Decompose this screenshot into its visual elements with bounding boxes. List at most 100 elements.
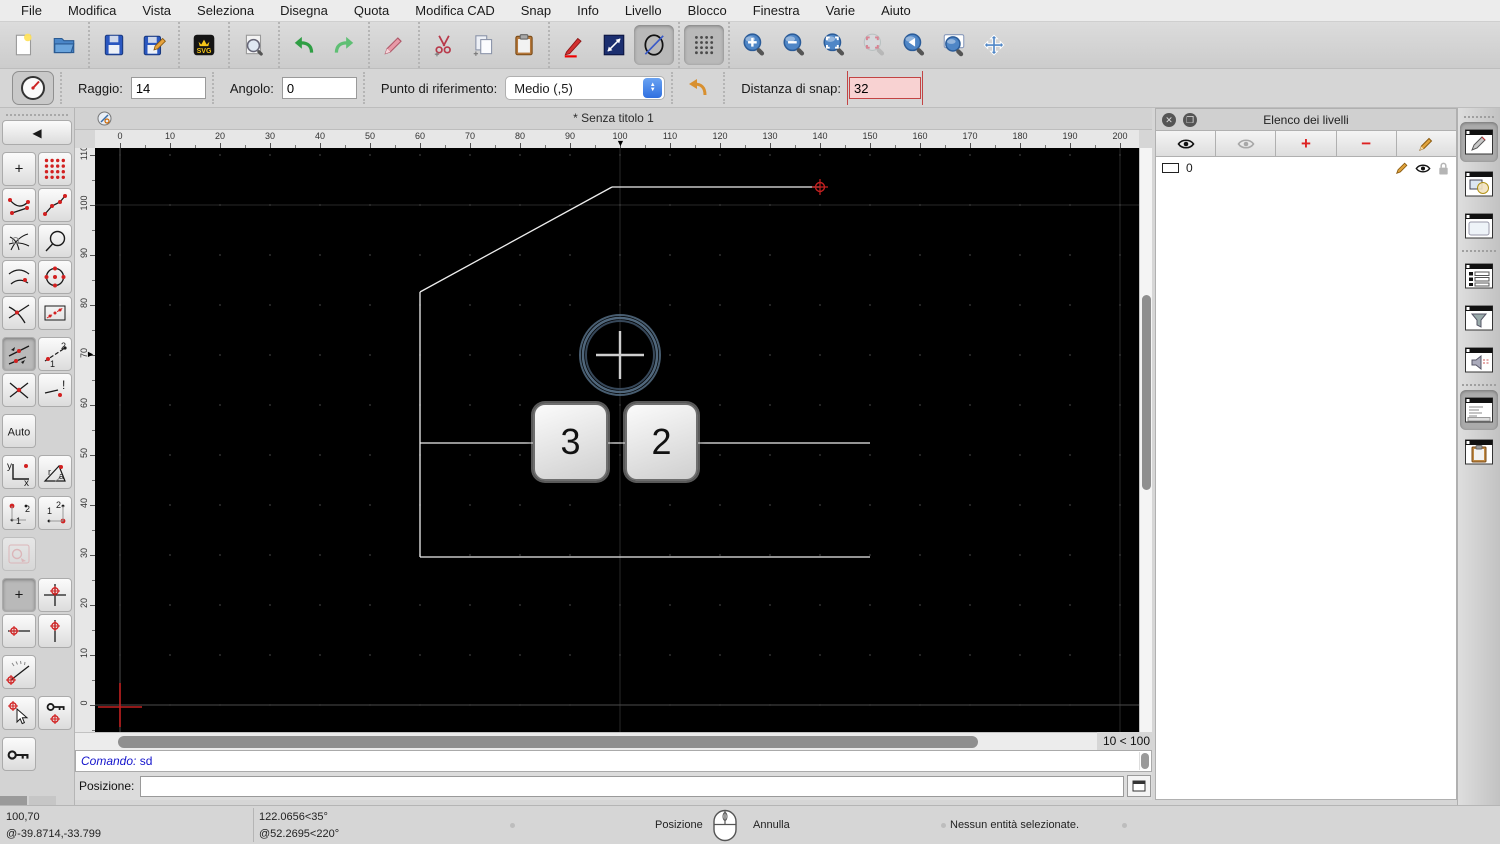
punto-riferimento-dropdown[interactable]: Medio (,5) ▲ ▼ (505, 76, 666, 100)
open-file-button[interactable] (44, 25, 84, 65)
undo-button[interactable] (284, 25, 324, 65)
remove-layer-button[interactable]: − (1336, 131, 1397, 156)
set-relative-zero-button[interactable] (2, 696, 36, 730)
snap-tangent-button[interactable] (38, 224, 72, 258)
zoom-window-button[interactable] (934, 25, 974, 65)
dock-command-line-button[interactable] (1460, 390, 1498, 430)
scrollbar-thumb[interactable] (1141, 753, 1149, 769)
dock-announce-button[interactable] (1460, 340, 1498, 380)
lock-layer-button[interactable] (2, 737, 36, 771)
eraser-button[interactable] (374, 25, 414, 65)
distanza-snap-input[interactable] (848, 77, 921, 99)
snap-tangent-line-button[interactable] (2, 296, 36, 330)
grid-snap-button[interactable] (684, 25, 724, 65)
close-icon[interactable]: ✕ (1162, 113, 1176, 127)
snap-perpendicular-button[interactable] (2, 224, 36, 258)
line-tool-button[interactable] (594, 25, 634, 65)
menu-blocco[interactable]: Blocco (675, 0, 740, 22)
print-preview-button[interactable] (234, 25, 274, 65)
zoom-previous-button[interactable] (894, 25, 934, 65)
command-history[interactable]: Comando: sd (75, 750, 1152, 772)
add-layer-button[interactable]: + (1276, 131, 1337, 156)
menu-varie[interactable]: Varie (813, 0, 868, 22)
pencil-icon[interactable] (1395, 161, 1409, 175)
float-panel-icon[interactable]: ❐ (1183, 113, 1197, 127)
dock-block-list-button[interactable] (1460, 164, 1498, 204)
menu-livello[interactable]: Livello (612, 0, 675, 22)
snap-reference-button[interactable] (38, 296, 72, 330)
circle-tool-indicator[interactable] (12, 71, 54, 105)
angle-gauge-button[interactable] (2, 655, 36, 689)
drawing-canvas[interactable]: 3 2 (95, 148, 1139, 732)
ortho-polar-button[interactable]: 12 (38, 496, 72, 530)
dock-clipboard-button[interactable] (1460, 432, 1498, 472)
hide-all-layers-button[interactable] (1216, 131, 1277, 156)
new-file-button[interactable] (4, 25, 44, 65)
snap-intersection-manual-button[interactable]: ! (38, 373, 72, 407)
canvas-horizontal-scrollbar[interactable] (75, 732, 1097, 750)
command-window-toggle-button[interactable] (1127, 775, 1151, 797)
raggio-input[interactable] (130, 77, 206, 99)
menu-info[interactable]: Info (564, 0, 612, 22)
collapse-back-button[interactable]: ◀ (2, 120, 72, 145)
angolo-input[interactable] (281, 77, 357, 99)
paste-button[interactable] (504, 25, 544, 65)
scrollbar-thumb[interactable] (1142, 295, 1151, 490)
save-button[interactable] (94, 25, 134, 65)
coord-polar-button[interactable]: ra (38, 455, 72, 489)
menu-vista[interactable]: Vista (129, 0, 184, 22)
export-svg-button[interactable]: SVG (184, 25, 224, 65)
pen-edit-button[interactable] (554, 25, 594, 65)
coord-cartesian-button[interactable]: yx (2, 455, 36, 489)
zoom-selection-button[interactable] (854, 25, 894, 65)
restrict-nothing-button[interactable]: + (2, 578, 36, 612)
snap-middle-button[interactable] (2, 337, 36, 371)
menu-file[interactable]: File (8, 0, 55, 22)
zoom-auto-button[interactable] (814, 25, 854, 65)
scrollbar-thumb[interactable] (118, 736, 978, 748)
menu-seleziona[interactable]: Seleziona (184, 0, 267, 22)
dock-entity-list-button[interactable] (1460, 256, 1498, 296)
canvas-vertical-scrollbar[interactable] (1139, 148, 1152, 732)
show-all-layers-button[interactable] (1156, 131, 1217, 156)
pan-button[interactable] (974, 25, 1014, 65)
snap-intersection-button[interactable] (2, 373, 36, 407)
toolbar-drag-handle[interactable] (6, 108, 68, 116)
snap-grid-button[interactable] (38, 152, 72, 186)
snap-on-entity-button[interactable] (38, 188, 72, 222)
posizione-input[interactable] (140, 775, 1124, 797)
snap-endpoints-button[interactable] (2, 188, 36, 222)
lock-icon[interactable] (1437, 161, 1450, 176)
snap-distance-button[interactable]: 12 (38, 337, 72, 371)
save-as-button[interactable] (134, 25, 174, 65)
cut-button[interactable] (424, 25, 464, 65)
ortho-cartesian-button[interactable]: 12 (2, 496, 36, 530)
restore-defaults-button[interactable] (679, 75, 717, 101)
snap-nearest-button[interactable] (2, 260, 36, 294)
menu-quota[interactable]: Quota (341, 0, 402, 22)
dock-drag-handle[interactable] (1464, 110, 1494, 118)
menu-modifica-cad[interactable]: Modifica CAD (402, 0, 507, 22)
document-titlebar[interactable]: * Senza titolo 1 (75, 108, 1152, 130)
dock-filter-button[interactable] (1460, 298, 1498, 338)
redo-button[interactable] (324, 25, 364, 65)
eye-icon[interactable] (1415, 163, 1431, 174)
menu-snap[interactable]: Snap (508, 0, 564, 22)
command-scrollbar[interactable] (1139, 752, 1150, 770)
dock-layer-list-button[interactable] (1460, 122, 1498, 162)
copy-button[interactable] (464, 25, 504, 65)
layer-row[interactable]: 0 (1156, 157, 1456, 179)
restrict-orthogonal-button[interactable] (38, 578, 72, 612)
menu-aiuto[interactable]: Aiuto (868, 0, 924, 22)
menu-modifica[interactable]: Modifica (55, 0, 129, 22)
restrict-vertical-button[interactable] (38, 614, 72, 648)
menu-finestra[interactable]: Finestra (740, 0, 813, 22)
ellipse-tool-button[interactable] (634, 25, 674, 65)
menu-disegna[interactable]: Disegna (267, 0, 341, 22)
snap-auto-button[interactable]: Auto (2, 414, 36, 448)
restrict-lock-button[interactable] (2, 537, 36, 571)
zoom-in-button[interactable] (734, 25, 774, 65)
snap-free-button[interactable]: + (2, 152, 36, 186)
restrict-horizontal-button[interactable] (2, 614, 36, 648)
edit-layer-button[interactable] (1396, 131, 1457, 156)
